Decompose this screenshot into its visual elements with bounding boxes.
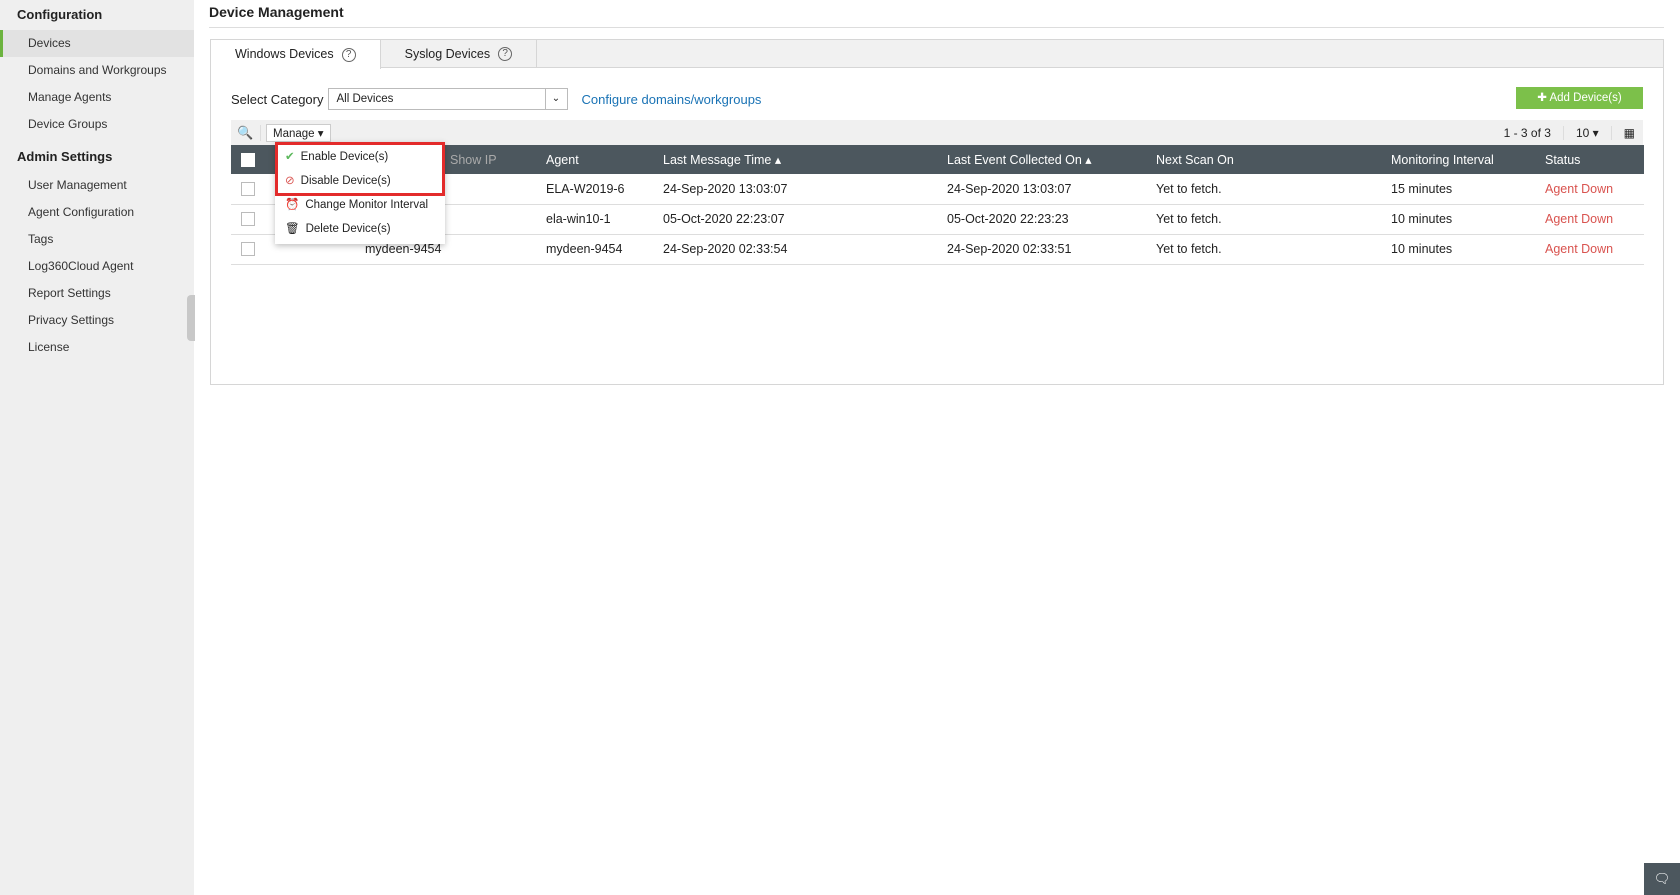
sidebar-item-device-groups[interactable]: Device Groups — [0, 111, 194, 138]
plus-icon: ✚ — [1537, 92, 1550, 104]
last-message-cell: 05-Oct-2020 22:23:07 — [663, 204, 947, 235]
last-message-cell: 24-Sep-2020 02:33:54 — [663, 234, 947, 265]
chat-icon[interactable]: 🗨 — [1644, 863, 1680, 895]
status-badge: Agent Down — [1545, 234, 1644, 265]
category-label: Select Category — [231, 91, 324, 107]
page-size-value: 10 — [1575, 125, 1590, 140]
manage-label: Manage — [273, 127, 315, 140]
col-status[interactable]: Status — [1545, 145, 1644, 174]
ip-cell — [450, 204, 546, 235]
last-event-cell: 05-Oct-2020 22:23:23 — [947, 204, 1156, 235]
agent-cell: ela-win10-1 — [546, 204, 663, 235]
sort-asc-icon: ▴ — [774, 153, 782, 167]
sidebar-heading-admin: Admin Settings — [17, 149, 113, 164]
sidebar-item-domains[interactable]: Domains and Workgroups — [0, 57, 194, 84]
category-value: All Devices — [336, 93, 394, 105]
page-size-select[interactable]: 10 ▾ — [1575, 125, 1612, 140]
sidebar-item-privacy-settings[interactable]: Privacy Settings — [0, 307, 194, 334]
ip-cell — [450, 234, 546, 265]
column-chooser-icon[interactable]: ▦ — [1624, 126, 1635, 140]
sidebar-item-user-management[interactable]: User Management — [0, 172, 194, 199]
status-badge: Agent Down — [1545, 174, 1644, 205]
menu-label: Change Monitor Interval — [305, 199, 429, 211]
block-icon: ⊘ — [285, 175, 295, 187]
last-event-cell: 24-Sep-2020 02:33:51 — [947, 234, 1156, 265]
menu-label: Enable Device(s) — [300, 151, 389, 163]
ip-cell — [450, 174, 546, 205]
tab-windows-devices[interactable]: Windows Devices? — [211, 40, 381, 69]
row-checkbox[interactable] — [241, 212, 255, 227]
add-device-button[interactable]: ✚ Add Device(s) — [1516, 87, 1643, 109]
device-name[interactable]: mydeen-9454 — [365, 242, 441, 256]
col-last-event[interactable]: Last Event Collected On ▴ — [947, 145, 1156, 174]
caret-down-icon: ▾ — [317, 127, 324, 140]
sidebar-item-cloud-agent[interactable]: Log360Cloud Agent — [0, 253, 194, 280]
interval-cell: 10 minutes — [1391, 204, 1545, 235]
menu-label: Disable Device(s) — [300, 175, 391, 187]
sidebar-item-manage-agents[interactable]: Manage Agents — [0, 84, 194, 111]
manage-dropdown[interactable]: Manage ▾ — [266, 123, 331, 142]
status-badge: Agent Down — [1545, 204, 1644, 235]
configure-domains-link[interactable]: Configure domains/workgroups — [582, 92, 762, 107]
sidebar-item-tags[interactable]: Tags — [0, 226, 194, 253]
col-last-message-time[interactable]: Last Message Time ▴ — [663, 145, 947, 174]
sidebar-item-report-settings[interactable]: Report Settings — [0, 280, 194, 307]
col-show-ip[interactable]: Show IP — [450, 145, 546, 174]
last-event-cell: 24-Sep-2020 13:03:07 — [947, 174, 1156, 205]
next-scan-cell: Yet to fetch. — [1156, 204, 1391, 235]
row-checkbox[interactable] — [241, 182, 255, 197]
tab-syslog-devices[interactable]: Syslog Devices? — [381, 40, 538, 68]
sidebar-heading-configuration: Configuration — [17, 7, 103, 22]
menu-disable-devices[interactable]: ⊘ Disable Device(s) — [275, 169, 445, 193]
category-select[interactable]: All Devices ⌄ — [327, 88, 568, 110]
tab-label: Syslog Devices — [404, 46, 491, 61]
add-device-label: Add Device(s) — [1549, 92, 1622, 104]
interval-cell: 15 minutes — [1391, 174, 1545, 205]
select-all-checkbox[interactable] — [241, 152, 255, 167]
sidebar-item-devices[interactable]: Devices — [0, 30, 194, 57]
page-title: Device Management — [209, 0, 1664, 28]
chevron-down-icon: ⌄ — [544, 89, 567, 109]
col-agent[interactable]: Agent — [546, 145, 663, 174]
col-label: Last Event Collected On — [947, 153, 1082, 167]
agent-cell: ELA-W2019-6 — [546, 174, 663, 205]
col-next-scan[interactable]: Next Scan On — [1156, 145, 1391, 174]
search-icon[interactable]: 🔍 — [231, 124, 261, 141]
agent-cell: mydeen-9454 — [546, 234, 663, 265]
row-checkbox[interactable] — [241, 242, 255, 257]
menu-enable-devices[interactable]: ✔ Enable Device(s) — [275, 145, 445, 169]
check-circle-icon: ✔ — [285, 151, 295, 163]
sort-asc-icon: ▴ — [1085, 153, 1092, 167]
last-message-cell: 24-Sep-2020 13:03:07 — [663, 174, 947, 205]
pagination-range: 1 - 3 of 3 — [1504, 125, 1564, 140]
col-monitoring-interval[interactable]: Monitoring Interval — [1391, 145, 1545, 174]
alarm-clock-icon: ⏰ — [285, 199, 300, 211]
tab-label: Windows Devices — [235, 47, 334, 61]
help-icon[interactable]: ? — [498, 47, 513, 61]
sidebar: Configuration Devices Domains and Workgr… — [0, 0, 194, 895]
trash-icon: 🗑 — [285, 223, 300, 235]
next-scan-cell: Yet to fetch. — [1156, 174, 1391, 205]
manage-menu: ✔ Enable Device(s) ⊘ Disable Device(s) ⏰ Ch… — [275, 142, 445, 244]
menu-change-interval[interactable]: ⏰ Change Monitor Interval — [275, 193, 445, 217]
sidebar-item-agent-configuration[interactable]: Agent Configuration — [0, 199, 194, 226]
next-scan-cell: Yet to fetch. — [1156, 234, 1391, 265]
interval-cell: 10 minutes — [1391, 234, 1545, 265]
help-icon[interactable]: ? — [341, 47, 356, 62]
sidebar-item-license[interactable]: License — [0, 334, 194, 361]
sidebar-collapse-handle[interactable] — [187, 295, 195, 341]
col-label: Last Message Time — [663, 153, 772, 167]
menu-delete-devices[interactable]: 🗑 Delete Device(s) — [275, 217, 445, 241]
menu-label: Delete Device(s) — [305, 223, 391, 235]
